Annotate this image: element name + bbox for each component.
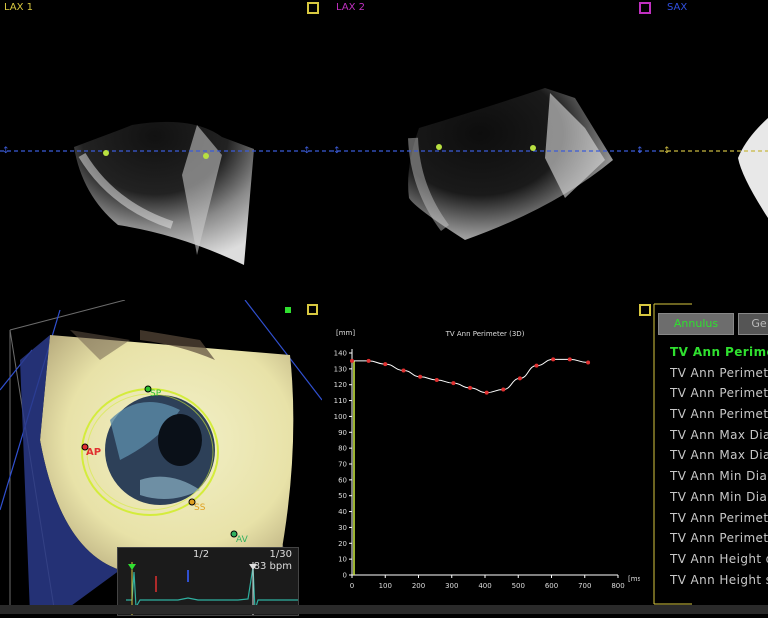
y-tick-label: 110 [334, 397, 347, 405]
svg-text:↕: ↕ [2, 146, 10, 156]
sax-echo-image[interactable] [736, 118, 768, 238]
y-tick-label: 90 [338, 429, 347, 437]
data-point [418, 374, 423, 379]
measurement-item[interactable]: TV Ann Perimeter [670, 345, 768, 366]
x-axis-label: [ms] [628, 575, 640, 583]
measurement-item[interactable]: TV Ann Perimeter [670, 511, 768, 532]
y-tick-label: 60 [338, 476, 347, 484]
measurement-item[interactable]: TV Ann Height di [670, 552, 768, 573]
bottom-status-bar [0, 605, 768, 614]
y-axis-label: [mm] [336, 329, 355, 337]
measurement-item[interactable]: TV Ann Max Diam [670, 448, 768, 469]
tab-annulus[interactable]: Annulus [658, 313, 734, 335]
y-tick-label: 10 [338, 556, 347, 564]
svg-text:↕: ↕ [663, 146, 671, 156]
y-tick-label: 120 [334, 381, 347, 389]
lax2-echo-image[interactable] [405, 88, 617, 243]
x-tick-label: 800 [611, 582, 624, 590]
x-tick-label: 200 [412, 582, 425, 590]
view-label-sax: SAX [667, 2, 688, 13]
y-tick-label: 100 [334, 413, 347, 421]
chart-title: TV Ann Perimeter (3D) [445, 330, 525, 338]
measurement-item[interactable]: TV Ann Min Diam [670, 490, 768, 511]
data-point [586, 360, 591, 365]
svg-text:↕: ↕ [333, 146, 341, 156]
x-tick-label: 100 [379, 582, 392, 590]
data-point [534, 363, 539, 368]
x-tick-label: 700 [578, 582, 591, 590]
data-point [501, 387, 506, 392]
data-point [434, 377, 439, 382]
frame-total: 1/30 [269, 549, 292, 560]
lax1-view-toggle-icon[interactable] [307, 2, 319, 14]
marker-label-ss[interactable]: SS [194, 503, 205, 513]
measurement-item[interactable]: TV Ann Perimeter [670, 386, 768, 407]
marker-label-av[interactable]: AV [236, 535, 248, 545]
data-point [484, 390, 489, 395]
data-point [468, 385, 473, 390]
svg-text:↕: ↕ [303, 146, 311, 156]
data-point [451, 381, 456, 386]
y-tick-label: 20 [338, 540, 347, 548]
x-tick-label: 600 [545, 582, 558, 590]
y-tick-label: 40 [338, 508, 347, 516]
data-point [383, 362, 388, 367]
x-tick-label: 300 [445, 582, 458, 590]
marker-label-ap[interactable]: AP [86, 447, 101, 458]
data-point [567, 357, 572, 362]
measurement-list: TV Ann Perimeter TV Ann Perimeter TV Ann… [670, 345, 768, 593]
tab-ge[interactable]: Ge [738, 313, 768, 335]
data-point [401, 368, 406, 373]
y-tick-label: 0 [343, 572, 347, 580]
measurement-item[interactable]: TV Ann Perimeter [670, 407, 768, 428]
x-tick-label: 0 [350, 582, 354, 590]
y-tick-label: 50 [338, 492, 347, 500]
lax1-echo-image[interactable] [72, 115, 258, 267]
measurement-item[interactable]: TV Ann Perimeter [670, 366, 768, 387]
measurement-item[interactable]: TV Ann Min Diam [670, 469, 768, 490]
data-point [350, 358, 354, 363]
frame-counter: 1/2 [193, 549, 210, 560]
view-label-lax2: LAX 2 [336, 2, 366, 13]
data-point [517, 376, 522, 381]
marker-label-sp[interactable]: SP [150, 389, 161, 399]
measurement-item[interactable]: TV Ann Height sy [670, 573, 768, 594]
perimeter-chart[interactable]: TV Ann Perimeter (3D) [mm] [ms] 0 10 20 30 40 50… [322, 300, 645, 614]
y-tick-label: 30 [338, 524, 347, 532]
lax2-view-toggle-icon[interactable] [639, 2, 651, 14]
x-tick-label: 500 [512, 582, 525, 590]
cutplane-lines: ↕ ↕ ↕ ↕ ↕ [0, 144, 768, 159]
svg-text:↕: ↕ [636, 146, 644, 156]
y-tick-label: 70 [338, 461, 347, 469]
x-tick-label: 400 [478, 582, 491, 590]
measurement-item[interactable]: TV Ann Perimeter [670, 531, 768, 552]
data-point [551, 357, 556, 362]
measurement-item[interactable]: TV Ann Max Diam [670, 428, 768, 449]
data-point [366, 358, 371, 363]
view-label-lax1: LAX 1 [4, 2, 34, 13]
y-tick-label: 130 [334, 365, 347, 373]
y-tick-label: 140 [334, 350, 347, 358]
y-tick-label: 80 [338, 445, 347, 453]
